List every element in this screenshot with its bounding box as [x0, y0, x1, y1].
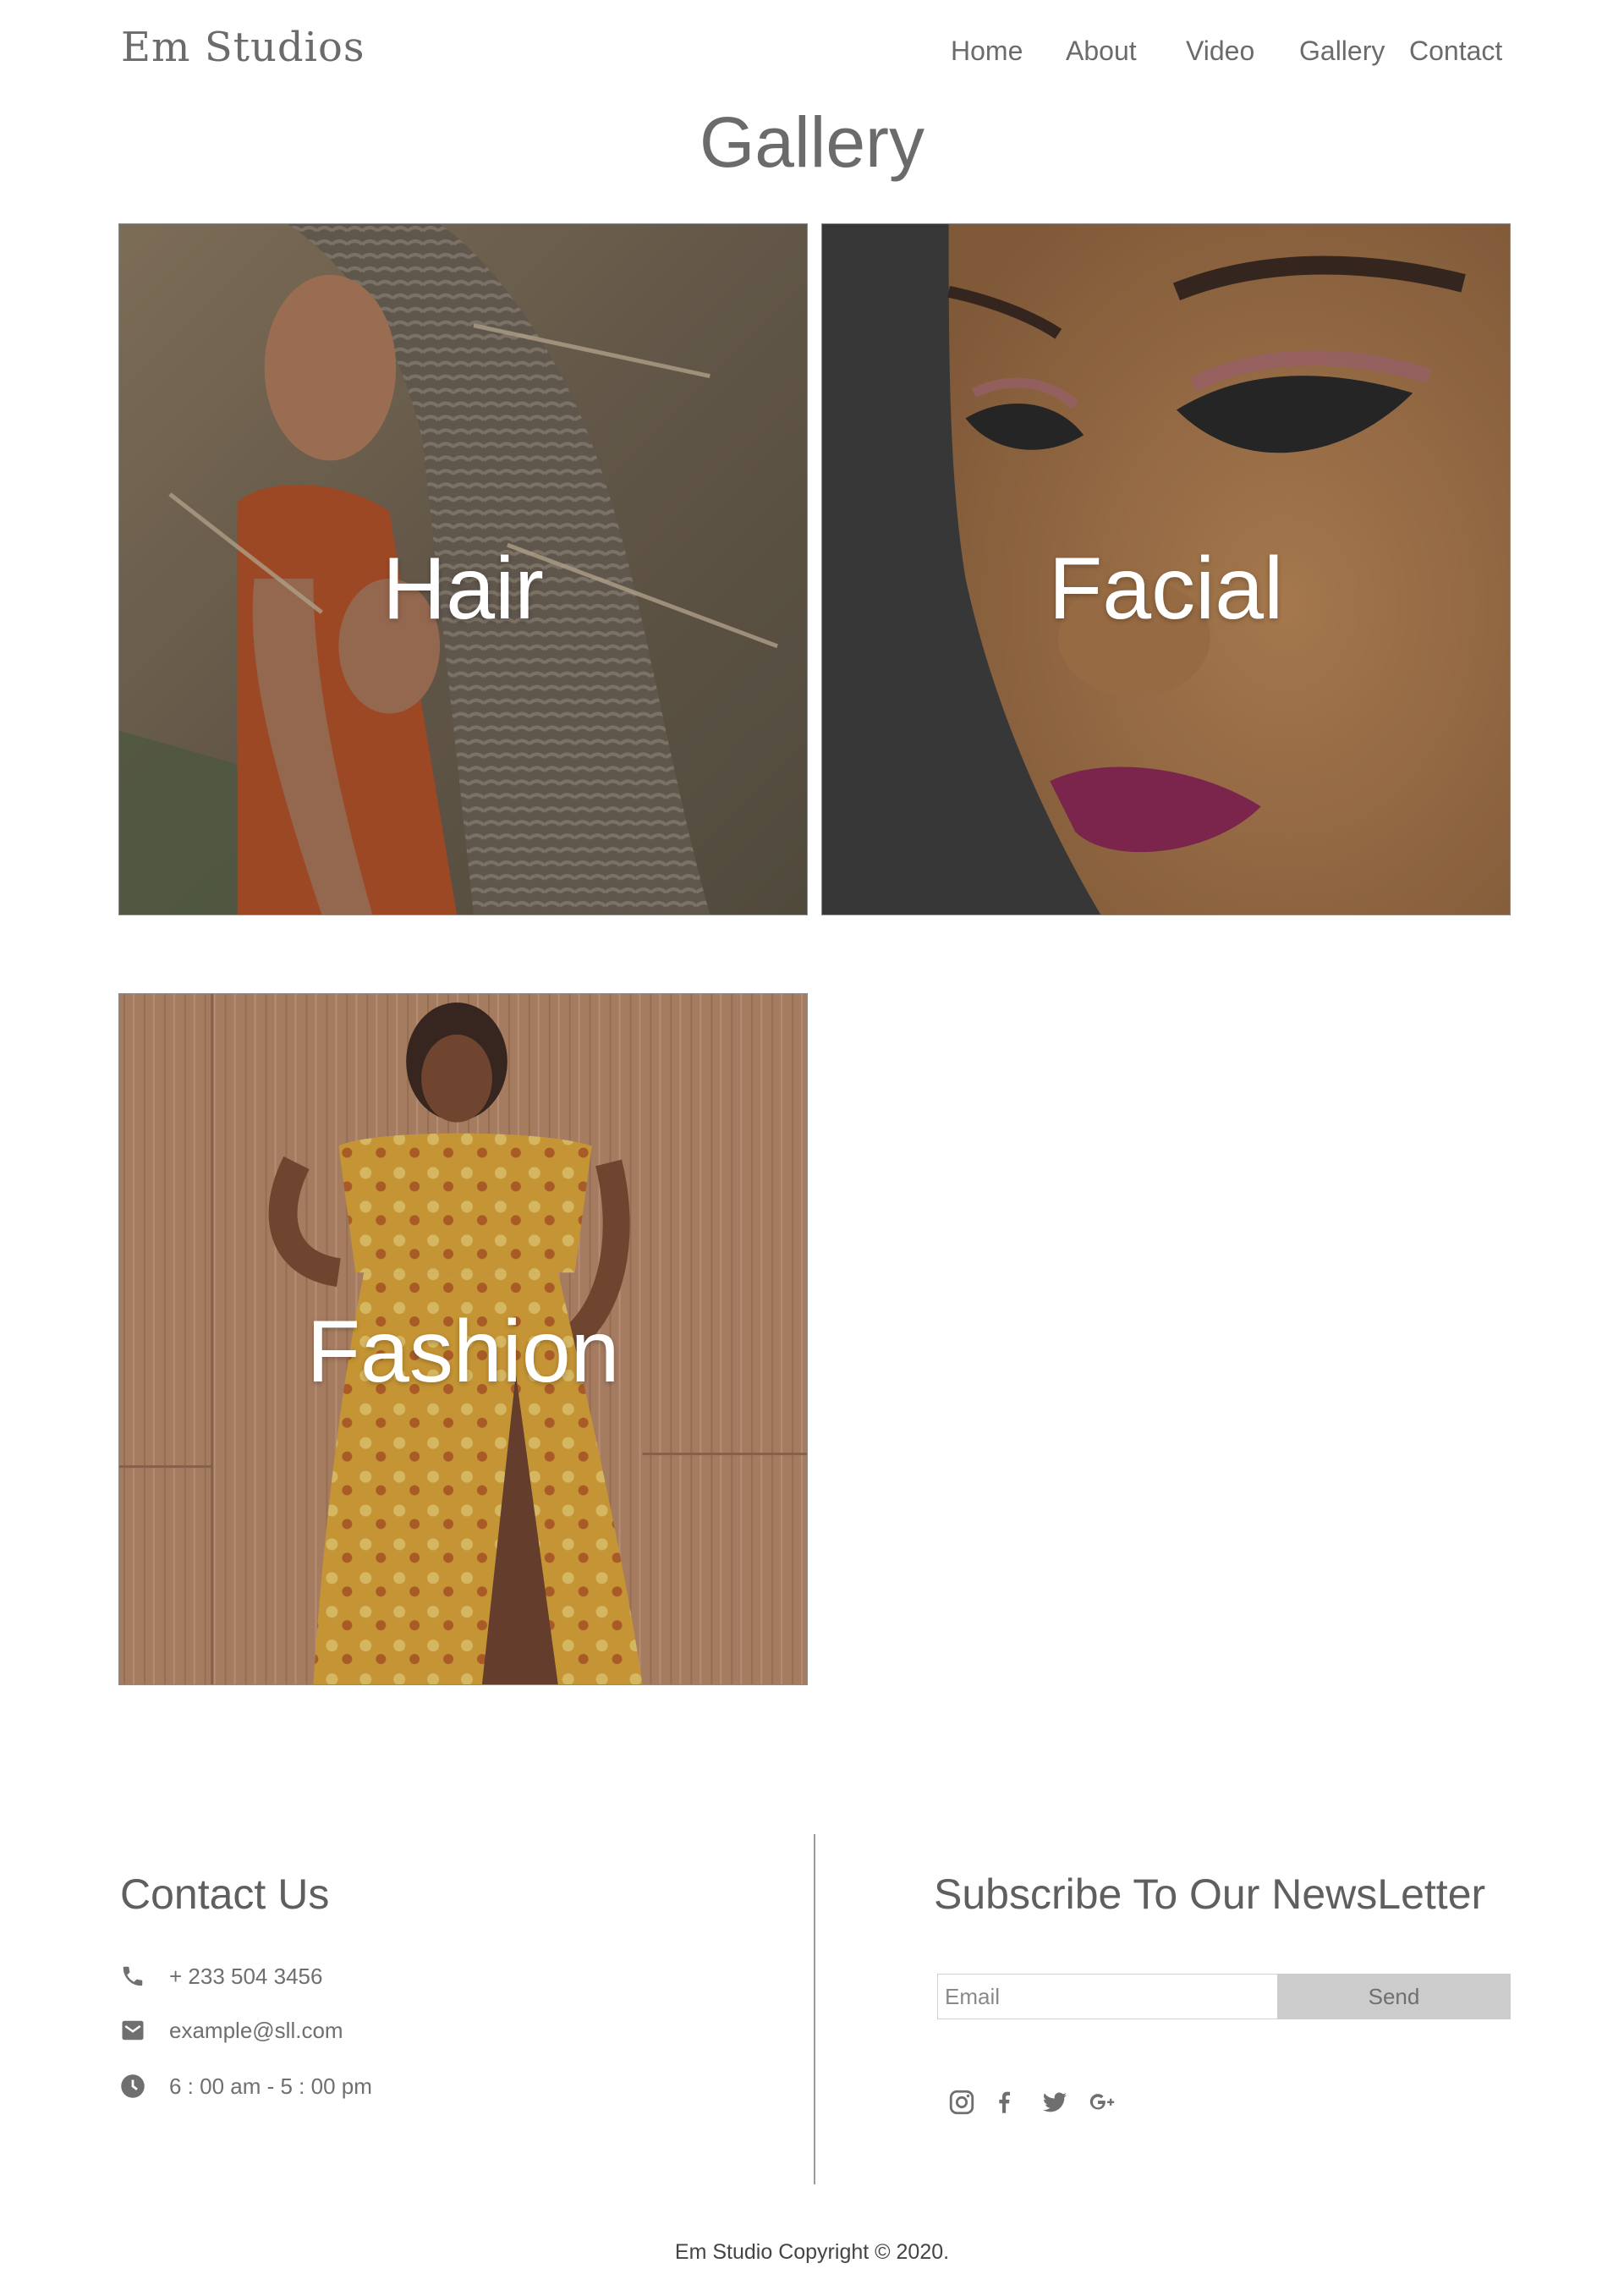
contact-hours-text: 6 : 00 am - 5 : 00 pm — [169, 2073, 372, 2099]
contact-email-text[interactable]: example@sll.com — [169, 2018, 343, 2044]
nav-about[interactable]: About — [1066, 36, 1137, 67]
contact-email: example@sll.com — [120, 2013, 343, 2047]
site-header: Em Studios Home About Video Gallery Cont… — [0, 0, 1624, 102]
google-plus-icon[interactable] — [1088, 2088, 1116, 2117]
nav-home[interactable]: Home — [951, 36, 1023, 67]
tile-label-fashion: Fashion — [306, 1303, 620, 1401]
nav-video[interactable]: Video — [1186, 36, 1254, 67]
nav-contact[interactable]: Contact — [1409, 36, 1502, 67]
clock-icon — [120, 2074, 145, 2099]
phone-icon — [120, 1964, 145, 1989]
copyright-text: Em Studio Copyright © 2020. — [674, 2240, 950, 2264]
contact-title: Contact Us — [120, 1870, 330, 1918]
page-title: Gallery — [699, 102, 925, 182]
footer-divider — [814, 1834, 815, 2184]
twitter-icon[interactable] — [1040, 2088, 1069, 2117]
main-nav: Home About Video Gallery Contact — [0, 36, 1624, 69]
newsletter-send-button[interactable]: Send — [1277, 1974, 1511, 2019]
mail-icon — [120, 2018, 145, 2043]
contact-phone: + 233 504 3456 — [120, 1959, 322, 1993]
nav-gallery[interactable]: Gallery — [1299, 36, 1385, 67]
instagram-icon[interactable] — [947, 2088, 976, 2117]
contact-phone-text: + 233 504 3456 — [169, 1963, 323, 1989]
newsletter-email-input[interactable] — [937, 1974, 1277, 2019]
gallery-tile-hair[interactable]: Hair — [118, 223, 808, 915]
tile-label-hair: Hair — [382, 540, 544, 638]
gallery-tile-fashion[interactable]: Fashion — [118, 993, 808, 1685]
newsletter-title: Subscribe To Our NewsLetter — [934, 1870, 1486, 1918]
contact-hours: 6 : 00 am - 5 : 00 pm — [120, 2069, 372, 2103]
facebook-icon[interactable] — [990, 2088, 1018, 2117]
tile-label-facial: Facial — [1048, 540, 1284, 638]
gallery-tile-facial[interactable]: Facial — [821, 223, 1511, 915]
